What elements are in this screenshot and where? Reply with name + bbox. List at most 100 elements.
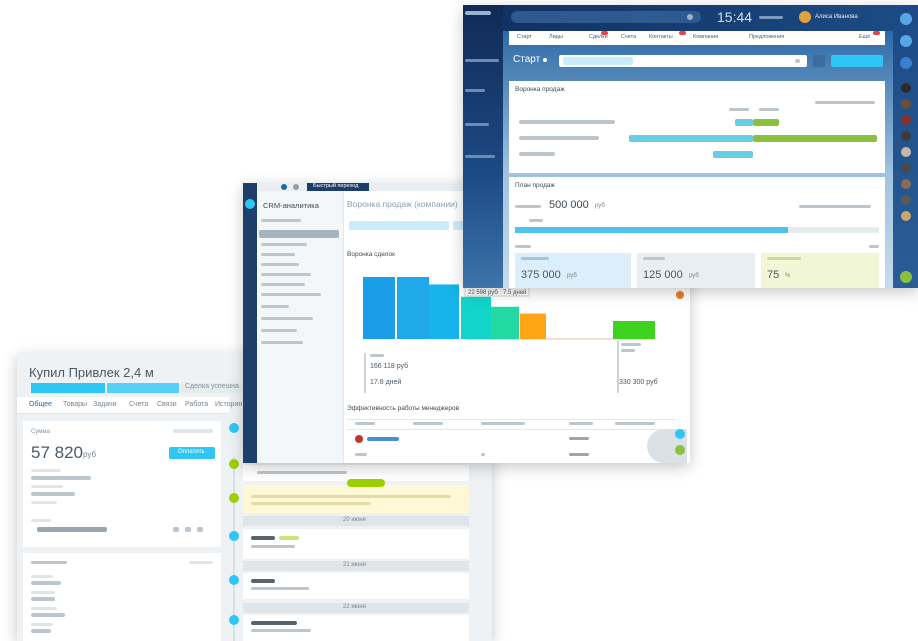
timeline-icon[interactable] <box>229 575 239 585</box>
avatar[interactable] <box>901 99 911 109</box>
nav-dot-icon[interactable] <box>281 184 287 190</box>
sidebar-item[interactable] <box>261 329 297 332</box>
funnel-bar-2[interactable] <box>397 277 429 339</box>
tab-bar: Общее Товары Задачи Счета Связи Работа И… <box>17 397 242 414</box>
funnel-bar[interactable] <box>629 135 753 142</box>
menu-start[interactable]: Старт <box>517 34 532 40</box>
add-widget-button[interactable] <box>831 55 883 67</box>
star-icon[interactable] <box>543 58 547 62</box>
feed-item[interactable] <box>243 573 469 599</box>
avatar[interactable] <box>901 195 911 205</box>
funnel-bar[interactable] <box>735 119 753 126</box>
nav-dot-icon[interactable] <box>293 184 299 190</box>
stage-bar-3[interactable]: Сделка успешна <box>181 383 251 393</box>
mail-icon[interactable] <box>185 527 191 532</box>
filter-chip[interactable] <box>349 221 449 230</box>
menu-invoices[interactable]: Счета <box>621 34 636 40</box>
sidebar-item[interactable] <box>261 305 289 308</box>
funnel-bar-4[interactable] <box>461 296 491 339</box>
efficiency-title: Эффективность работы менеджеров <box>347 405 460 412</box>
notification-icon[interactable] <box>676 291 684 299</box>
timeline-icon[interactable] <box>229 615 239 625</box>
settings-icon[interactable] <box>813 55 825 67</box>
pay-button[interactable]: Оплатить <box>169 447 215 459</box>
search-input[interactable] <box>511 11 701 23</box>
filter-input[interactable] <box>559 55 807 67</box>
menu-contacts[interactable]: Контакты <box>649 34 673 40</box>
avatar[interactable] <box>901 179 911 189</box>
call-widget-icon[interactable] <box>675 445 685 455</box>
calendar-icon[interactable] <box>900 57 912 69</box>
timeline-icon[interactable] <box>229 531 239 541</box>
menu-companies[interactable]: Компании <box>693 34 718 40</box>
contact-name[interactable] <box>37 527 107 532</box>
chat-icon[interactable] <box>900 35 912 47</box>
avatar[interactable] <box>901 211 911 221</box>
avatar[interactable] <box>901 163 911 173</box>
tab-products[interactable]: Товары <box>63 401 87 408</box>
menu-leads[interactable]: Лиды <box>549 34 563 40</box>
sidebar-item[interactable] <box>261 317 313 320</box>
manager-name[interactable] <box>367 437 399 441</box>
quick-search[interactable]: Быстрый переход <box>307 183 369 191</box>
sidebar-item[interactable] <box>261 273 311 276</box>
sidebar-item-active[interactable] <box>259 230 339 238</box>
sidebar-item[interactable] <box>261 263 299 266</box>
tab-invoices[interactable]: Счета <box>129 401 148 408</box>
timeline-icon[interactable] <box>229 493 239 503</box>
left-nav-strip <box>243 183 257 463</box>
tab-general[interactable]: Общее <box>29 401 52 408</box>
kpi-percent: 75 % <box>761 253 879 288</box>
chat-icon[interactable] <box>197 527 203 532</box>
sidebar-item[interactable] <box>261 243 307 246</box>
tab-links[interactable]: Связи <box>157 401 177 408</box>
avatar[interactable] <box>901 115 911 125</box>
stage-bar-1[interactable] <box>31 383 105 393</box>
funnel-bar-8[interactable] <box>613 321 655 339</box>
won-sum: 330 300 руб <box>619 379 658 386</box>
menu-item[interactable] <box>465 123 489 126</box>
tab-tasks[interactable]: Задачи <box>93 401 117 408</box>
notifications-icon[interactable] <box>900 13 912 25</box>
timeline-icon[interactable] <box>229 459 239 469</box>
avatar[interactable] <box>901 83 911 93</box>
chat-widget-icon[interactable] <box>675 429 685 439</box>
funnel-bar-5[interactable] <box>491 306 519 339</box>
bitrix-logo-icon[interactable] <box>245 199 255 209</box>
sidebar-item[interactable] <box>261 253 295 256</box>
feed-item[interactable] <box>243 615 469 641</box>
menu-offers[interactable]: Предложения <box>749 34 784 40</box>
dashboard-window: 15:44 Алиса Иванова Старт Лиды Сделки Сч… <box>463 5 918 288</box>
tab-work[interactable]: Работа <box>185 401 208 408</box>
timeline-icon[interactable] <box>229 423 239 433</box>
sidebar-item[interactable] <box>261 283 305 286</box>
phone-icon[interactable] <box>173 527 179 532</box>
funnel-row-label <box>519 136 599 140</box>
logo[interactable] <box>465 11 491 15</box>
avatar[interactable] <box>901 131 911 141</box>
call-icon[interactable] <box>900 271 912 283</box>
sidebar-item[interactable] <box>261 219 301 222</box>
user-avatar[interactable] <box>799 11 811 23</box>
clock: 15:44 <box>717 9 753 25</box>
tab-history[interactable]: История <box>215 401 242 408</box>
menu-more[interactable]: Ещё <box>859 34 870 40</box>
funnel-bar-1[interactable] <box>363 277 395 339</box>
funnel-bar-3[interactable] <box>429 284 459 339</box>
stage-bar-2[interactable] <box>107 383 179 393</box>
plan-title: План продаж <box>515 182 555 189</box>
kpi-done: 375 000 руб <box>515 253 631 288</box>
funnel-bar[interactable] <box>713 151 753 158</box>
sidebar-item[interactable] <box>261 341 303 344</box>
menu-item[interactable] <box>465 155 495 158</box>
funnel-bar[interactable] <box>753 119 779 126</box>
feed-item[interactable] <box>243 529 469 559</box>
menu-item[interactable] <box>465 89 485 92</box>
funnel-bar[interactable] <box>753 135 877 142</box>
funnel-bar-6[interactable] <box>520 313 546 339</box>
menu-item[interactable] <box>465 59 499 62</box>
avatar[interactable] <box>901 147 911 157</box>
deal-title: Купил Привлек 2,4 м <box>29 365 154 380</box>
user-name[interactable]: Алиса Иванова <box>815 14 858 20</box>
sidebar-item[interactable] <box>261 293 321 296</box>
